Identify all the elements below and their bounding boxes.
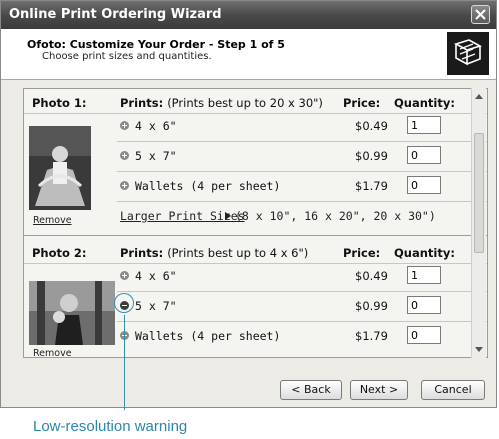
photo-1-price-4x6: $0.49 <box>355 119 388 133</box>
photo-2-size-4x6: 4 x 6" <box>135 269 177 283</box>
vertical-scrollbar[interactable] <box>471 88 486 358</box>
divider <box>24 113 487 114</box>
window-title: Online Print Ordering Wizard <box>9 7 222 22</box>
callout-label: Low-resolution warning <box>33 418 188 435</box>
photo-1-remove-link[interactable]: Remove <box>33 215 72 226</box>
photo-2-price-5x7: $0.99 <box>355 299 388 313</box>
quantity-header-2: Quantity: <box>394 246 455 260</box>
prints-note-2: (Prints best up to 4 x 6") <box>167 246 309 260</box>
prints-header-label: Prints: <box>120 96 164 110</box>
section-divider <box>24 235 487 236</box>
photo-2-qty-5x7[interactable] <box>407 296 441 314</box>
callout-circle <box>114 293 134 313</box>
price-header-2: Price: <box>343 246 381 260</box>
ofoto-logo-icon <box>453 39 483 66</box>
close-button[interactable] <box>471 5 490 24</box>
photo-1-qty-wallets[interactable] <box>407 176 441 194</box>
order-panel: Photo 1: Prints: (Prints best up to 20 x… <box>23 88 488 358</box>
photo-2-remove-link[interactable]: Remove <box>33 348 72 357</box>
prints-header-label: Prints: <box>120 246 164 260</box>
prints-note-1: (Prints best up to 20 x 30") <box>167 96 323 110</box>
back-button[interactable]: < Back <box>280 380 342 400</box>
photo-1-price-wallets: $1.79 <box>355 179 388 193</box>
scroll-up-icon[interactable] <box>475 94 483 99</box>
divider <box>117 321 487 322</box>
arrow-right-icon <box>225 212 231 220</box>
divider <box>117 201 487 202</box>
photo-2-qty-4x6[interactable] <box>407 266 441 284</box>
photo-2-price-4x6: $0.49 <box>355 269 388 283</box>
step-subtitle: Choose print sizes and quantities. <box>42 51 212 62</box>
cancel-button[interactable]: Cancel <box>421 380 485 400</box>
photo-2-size-wallets: Wallets (4 per sheet) <box>135 329 281 343</box>
step-title: Ofoto: Customize Your Order - Step 1 of … <box>27 38 285 51</box>
scroll-down-icon[interactable] <box>475 347 483 352</box>
divider <box>117 141 487 142</box>
close-icon <box>475 9 486 20</box>
photo-1-size-4x6: 4 x 6" <box>135 119 177 133</box>
photo-1-label: Photo 1: <box>32 96 87 110</box>
prints-header-1: Prints: (Prints best up to 20 x 30") <box>120 96 323 110</box>
divider <box>117 171 487 172</box>
ofoto-logo <box>447 32 489 75</box>
photo-1-qty-5x7[interactable] <box>407 146 441 164</box>
photo-1-size-wallets: Wallets (4 per sheet) <box>135 179 281 193</box>
wizard-header: Ofoto: Customize Your Order - Step 1 of … <box>1 29 496 80</box>
plus-icon[interactable] <box>120 271 129 280</box>
prints-header-2: Prints: (Prints best up to 4 x 6") <box>120 246 308 260</box>
photo-1-price-5x7: $0.99 <box>355 149 388 163</box>
scrollbar-thumb[interactable] <box>474 133 484 253</box>
photo-2-image <box>29 281 115 345</box>
title-bar: Online Print Ordering Wizard <box>1 1 496 29</box>
photo-2-label: Photo 2: <box>32 246 87 260</box>
callout-line <box>124 315 125 410</box>
plus-icon[interactable] <box>120 121 129 130</box>
plus-icon[interactable] <box>120 151 129 160</box>
photo-2-size-5x7: 5 x 7" <box>135 299 177 313</box>
price-header-1: Price: <box>343 96 381 110</box>
plus-icon[interactable] <box>120 181 129 190</box>
photo-1-qty-4x6[interactable] <box>407 116 441 134</box>
photo-1-image <box>29 126 91 210</box>
next-button[interactable]: Next > <box>350 380 408 400</box>
divider <box>117 291 487 292</box>
divider <box>24 263 487 264</box>
larger-sizes-list: (8 x 10", 16 x 20", 20 x 30") <box>235 209 436 223</box>
photo-2-price-wallets: $1.79 <box>355 329 388 343</box>
photo-2-qty-wallets[interactable] <box>407 326 441 344</box>
photo-1-thumbnail <box>29 126 91 210</box>
photo-2-thumbnail <box>29 281 115 345</box>
quantity-header-1: Quantity: <box>394 96 455 110</box>
photo-1-size-5x7: 5 x 7" <box>135 149 177 163</box>
